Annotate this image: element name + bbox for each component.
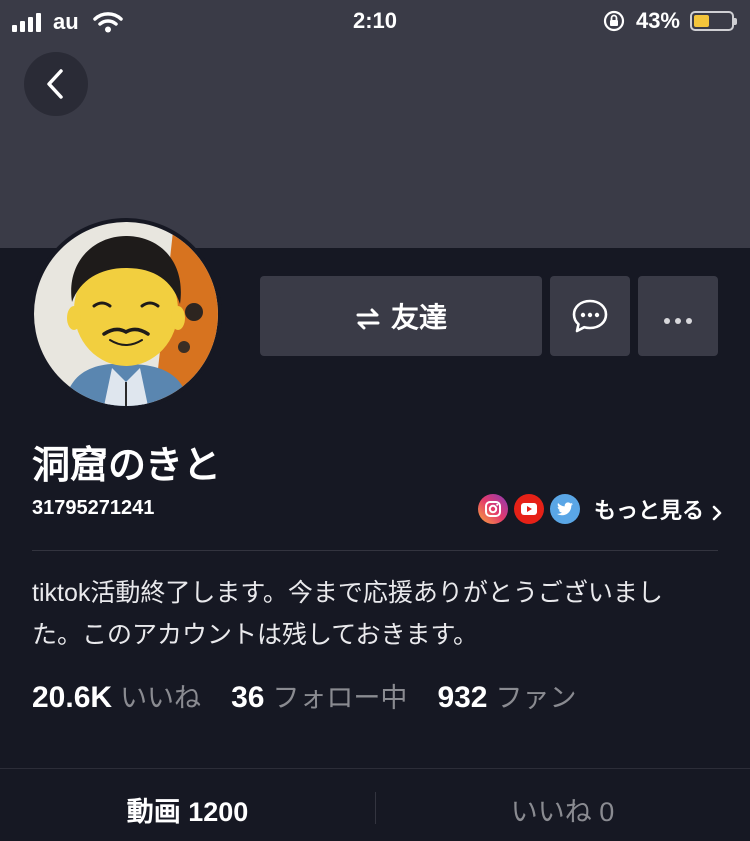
stat-followers[interactable]: 932 ファン (437, 676, 576, 715)
battery-percent: 43% (635, 8, 680, 33)
more-link-label: もっと見る (593, 498, 704, 523)
battery-icon (690, 11, 737, 31)
avatar[interactable] (30, 218, 222, 410)
orientation-lock-icon (602, 9, 626, 33)
status-bar-right: 43% (602, 8, 737, 34)
youtube-icon[interactable] (513, 494, 544, 524)
stat-likes[interactable]: 20.6K いいね (32, 676, 201, 715)
more-link[interactable]: もっと見る (594, 493, 722, 525)
divider (32, 550, 718, 551)
stat-label: ファン (495, 683, 577, 713)
stat-value: 36 (231, 681, 265, 714)
status-bar: au 2:10 43% (0, 0, 750, 44)
stat-label: いいね (120, 683, 202, 713)
more-options-button[interactable] (638, 276, 718, 356)
chevron-left-icon (44, 68, 68, 100)
twitter-icon[interactable] (549, 494, 580, 524)
chevron-right-icon (712, 501, 722, 521)
avatar-illustration (34, 222, 218, 406)
ellipsis-icon (663, 312, 693, 324)
instagram-icon[interactable] (477, 494, 508, 524)
chat-bubble-icon (571, 298, 609, 334)
stats-row: 20.6K いいね 36 フォロー中 932 ファン (32, 676, 607, 715)
tab-likes[interactable]: いいね 0 (375, 790, 750, 829)
tab-videos[interactable]: 動画 1200 (0, 790, 375, 829)
username: 洞窟のきと (32, 445, 221, 487)
friend-button[interactable]: 友達 (260, 276, 542, 356)
swap-arrows-icon (355, 305, 381, 330)
stat-value: 932 (437, 681, 488, 714)
stat-following[interactable]: 36 フォロー中 (231, 676, 407, 715)
user-id: 31795271241 (32, 497, 155, 519)
stat-label: フォロー中 (272, 683, 408, 713)
bio-text: tiktok活動終了します。今まで応援ありがとうございました。このアカウントは残… (32, 579, 663, 649)
social-links: もっと見る (477, 493, 722, 525)
tabs-divider (0, 768, 750, 769)
back-button[interactable] (24, 52, 88, 116)
message-button[interactable] (550, 276, 630, 356)
friend-button-label: 友達 (390, 302, 447, 333)
stat-value: 20.6K (32, 681, 113, 714)
